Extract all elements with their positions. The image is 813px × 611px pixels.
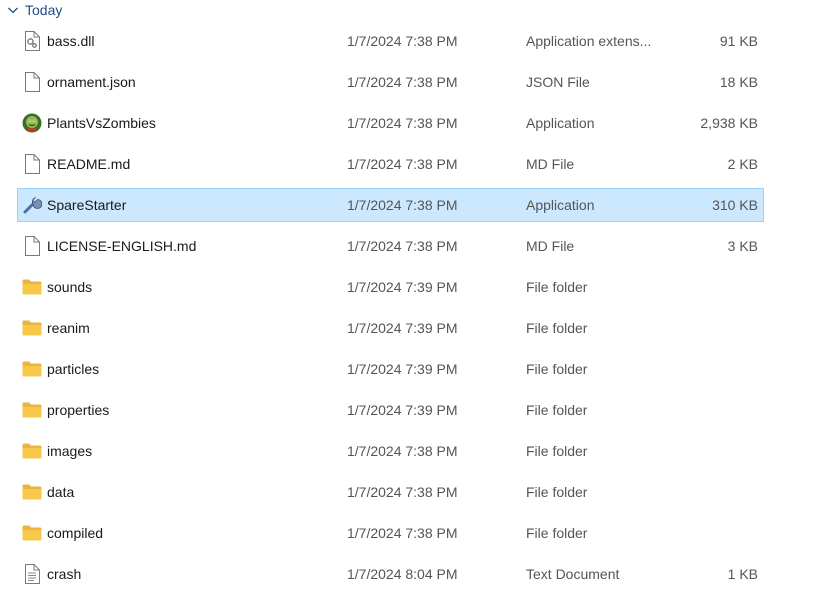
chevron-down-icon — [6, 3, 20, 17]
file-name[interactable]: sounds — [47, 271, 92, 303]
folder-icon — [21, 353, 43, 385]
file-list: bass.dll 1/7/2024 7:38 PM Application exte… — [17, 24, 764, 598]
file-name[interactable]: particles — [47, 353, 99, 385]
file-date-modified: 1/7/2024 7:39 PM — [347, 402, 458, 418]
file-name[interactable]: crash — [47, 558, 81, 590]
generic-file-icon — [21, 148, 43, 180]
file-name[interactable]: properties — [47, 394, 109, 426]
file-type: File folder — [526, 320, 588, 336]
file-date-modified: 1/7/2024 7:38 PM — [347, 197, 458, 213]
folder-icon — [21, 312, 43, 344]
folder-icon — [21, 394, 43, 426]
file-date-modified: 1/7/2024 7:39 PM — [347, 320, 458, 336]
file-date-modified: 1/7/2024 7:38 PM — [347, 238, 458, 254]
file-date-modified: 1/7/2024 7:38 PM — [347, 525, 458, 541]
file-name[interactable]: reanim — [47, 312, 90, 344]
file-type: MD File — [526, 238, 575, 254]
folder-icon — [21, 476, 43, 508]
file-row[interactable]: ornament.json 1/7/2024 7:38 PM JSON File 18… — [17, 65, 764, 99]
file-type: File folder — [526, 361, 588, 377]
file-size: 18 KB — [719, 74, 758, 90]
file-date-modified: 1/7/2024 7:39 PM — [347, 361, 458, 377]
file-date-modified: 1/7/2024 7:38 PM — [347, 156, 458, 172]
file-size: 1 KB — [727, 566, 758, 582]
file-type: File folder — [526, 525, 588, 541]
folder-icon — [21, 517, 43, 549]
file-size: 310 KB — [712, 197, 758, 213]
file-size: 2,938 KB — [700, 115, 758, 131]
file-row[interactable]: LICENSE-ENGLISH.md 1/7/2024 7:38 PM MD Fil… — [17, 229, 764, 263]
file-date-modified: 1/7/2024 7:38 PM — [347, 33, 458, 49]
file-date-modified: 1/7/2024 7:38 PM — [347, 74, 458, 90]
file-row[interactable]: bass.dll 1/7/2024 7:38 PM Application exte… — [17, 24, 764, 58]
file-type: File folder — [526, 484, 588, 500]
file-date-modified: 1/7/2024 7:38 PM — [347, 484, 458, 500]
file-size: 91 KB — [719, 33, 758, 49]
file-type: Application extens... — [526, 33, 652, 49]
file-date-modified: 1/7/2024 7:39 PM — [347, 279, 458, 295]
dll-file-icon — [21, 25, 43, 57]
folder-icon — [21, 435, 43, 467]
file-row[interactable]: reanim 1/7/2024 7:39 PM File folder — [17, 311, 764, 345]
group-header-today[interactable]: Today — [6, 0, 62, 20]
generic-file-icon — [21, 230, 43, 262]
file-date-modified: 1/7/2024 7:38 PM — [347, 443, 458, 459]
file-row[interactable]: data 1/7/2024 7:38 PM File folder — [17, 475, 764, 509]
file-type: Application — [526, 115, 595, 131]
file-type: File folder — [526, 279, 588, 295]
file-row[interactable]: PlantsVsZombies 1/7/2024 7:38 PM Applicati… — [17, 106, 764, 140]
file-row[interactable]: SpareStarter 1/7/2024 7:38 PM Application 3… — [17, 188, 764, 222]
file-type: JSON File — [526, 74, 590, 90]
file-type: MD File — [526, 156, 575, 172]
file-size: 3 KB — [727, 238, 758, 254]
generic-file-icon — [21, 66, 43, 98]
file-row[interactable]: crash 1/7/2024 8:04 PM Text Document 1 KB — [17, 557, 764, 591]
file-row[interactable]: compiled 1/7/2024 7:38 PM File folder — [17, 516, 764, 550]
group-label: Today — [25, 2, 63, 18]
file-name[interactable]: LICENSE-ENGLISH.md — [47, 230, 196, 262]
file-type: File folder — [526, 402, 588, 418]
text-document-icon — [21, 558, 43, 590]
file-type: File folder — [526, 443, 588, 459]
plants-vs-zombies-app-icon — [21, 107, 43, 139]
file-type: Application — [526, 197, 595, 213]
file-name[interactable]: compiled — [47, 517, 103, 549]
file-date-modified: 1/7/2024 7:38 PM — [347, 115, 458, 131]
file-type: Text Document — [526, 566, 620, 582]
file-size: 2 KB — [727, 156, 758, 172]
file-name[interactable]: bass.dll — [47, 25, 94, 57]
file-row[interactable]: README.md 1/7/2024 7:38 PM MD File 2 KB — [17, 147, 764, 181]
file-name[interactable]: images — [47, 435, 92, 467]
file-date-modified: 1/7/2024 8:04 PM — [347, 566, 458, 582]
file-row[interactable]: images 1/7/2024 7:38 PM File folder — [17, 434, 764, 468]
wrench-app-icon — [21, 189, 43, 221]
file-name[interactable]: README.md — [47, 148, 130, 180]
file-row[interactable]: particles 1/7/2024 7:39 PM File folder — [17, 352, 764, 386]
file-name[interactable]: PlantsVsZombies — [47, 107, 156, 139]
file-name[interactable]: ornament.json — [47, 66, 136, 98]
folder-icon — [21, 271, 43, 303]
file-row[interactable]: sounds 1/7/2024 7:39 PM File folder — [17, 270, 764, 304]
file-name[interactable]: data — [47, 476, 74, 508]
file-row[interactable]: properties 1/7/2024 7:39 PM File folder — [17, 393, 764, 427]
file-name[interactable]: SpareStarter — [47, 189, 126, 221]
